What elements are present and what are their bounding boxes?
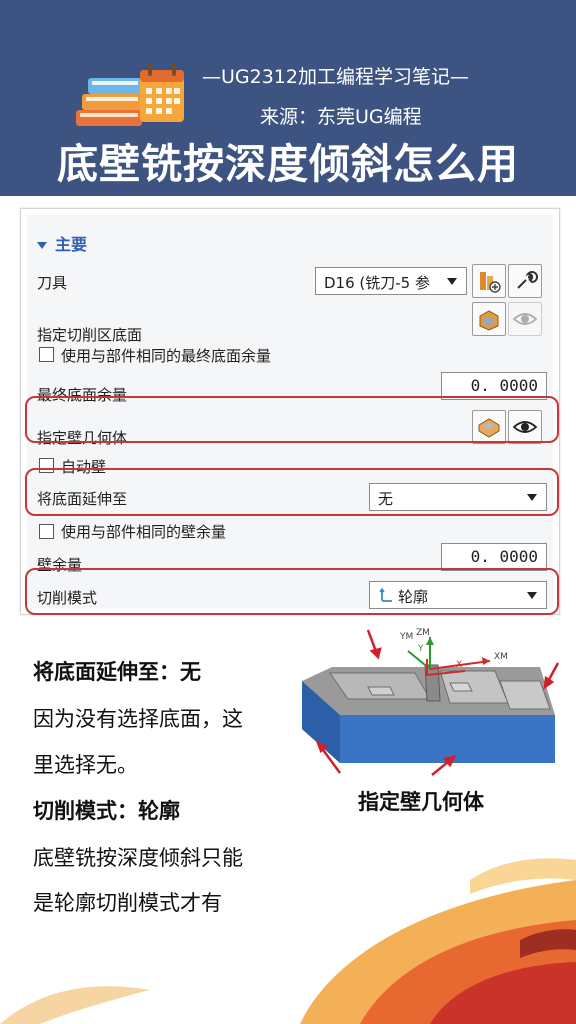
page-title: 底壁铣按深度倾斜怎么用 bbox=[57, 140, 519, 188]
note-heading-cut-mode: 切削模式：轮廓 bbox=[33, 799, 180, 823]
tool-value: D16 (铣刀-5 参 bbox=[324, 274, 430, 292]
edit-tool-button[interactable] bbox=[508, 264, 542, 298]
same-floor-stock-checkbox[interactable] bbox=[39, 347, 54, 362]
section-main-header[interactable]: 主要 bbox=[37, 231, 87, 255]
chevron-down-icon bbox=[447, 278, 457, 285]
note-heading-extend: 将底面延伸至：无 bbox=[33, 660, 201, 684]
wall-stock-input[interactable]: 0. 0000 bbox=[441, 543, 547, 571]
part-model-image: YM ZM XM X Y bbox=[302, 628, 560, 776]
eye-icon bbox=[512, 313, 538, 325]
axis-label-x: X bbox=[456, 660, 462, 670]
decorative-swirl-image bbox=[0, 858, 576, 1024]
header-banner: —UG2312加工编程学习笔记— 来源：东莞UG编程 底壁铣按深度倾斜怎么用 bbox=[0, 0, 576, 196]
collapse-arrow-icon bbox=[37, 242, 47, 249]
new-tool-button[interactable] bbox=[472, 264, 506, 298]
tool-select[interactable]: D16 (铣刀-5 参 bbox=[315, 267, 467, 295]
section-main-label: 主要 bbox=[55, 235, 88, 254]
axis-label-ym: YM bbox=[399, 632, 413, 642]
select-floor-button[interactable] bbox=[472, 302, 506, 336]
books-calendar-icon bbox=[76, 64, 184, 126]
floor-label: 指定切削区底面 bbox=[37, 326, 143, 344]
note-text-extend-1: 因为没有选择底面，这 bbox=[33, 707, 243, 731]
axis-label-xm: XM bbox=[494, 652, 508, 662]
same-wall-stock-label: 使用与部件相同的壁余量 bbox=[61, 523, 227, 541]
floor-select-icon bbox=[479, 310, 499, 331]
header-source: 来源：东莞UG编程 bbox=[260, 106, 422, 128]
tool-label: 刀具 bbox=[37, 274, 68, 292]
header-subtitle: —UG2312加工编程学习笔记— bbox=[202, 66, 469, 88]
figure-caption: 指定壁几何体 bbox=[358, 790, 484, 814]
highlight-extend-floor bbox=[25, 468, 559, 516]
axis-label-y: Y bbox=[417, 644, 424, 654]
display-floor-button[interactable] bbox=[508, 302, 542, 336]
note-text-extend-2: 里选择无。 bbox=[33, 753, 138, 777]
highlight-wall-geometry bbox=[25, 396, 559, 443]
final-floor-stock-value: 0. 0000 bbox=[470, 376, 538, 395]
same-wall-stock-checkbox[interactable] bbox=[39, 524, 54, 539]
same-floor-stock-label: 使用与部件相同的最终底面余量 bbox=[61, 347, 272, 365]
wrench-icon bbox=[517, 271, 538, 289]
axis-label-zm: ZM bbox=[416, 628, 430, 638]
highlight-cut-mode bbox=[25, 568, 559, 615]
wall-stock-value: 0. 0000 bbox=[470, 547, 538, 566]
tool-new-icon bbox=[480, 272, 501, 293]
